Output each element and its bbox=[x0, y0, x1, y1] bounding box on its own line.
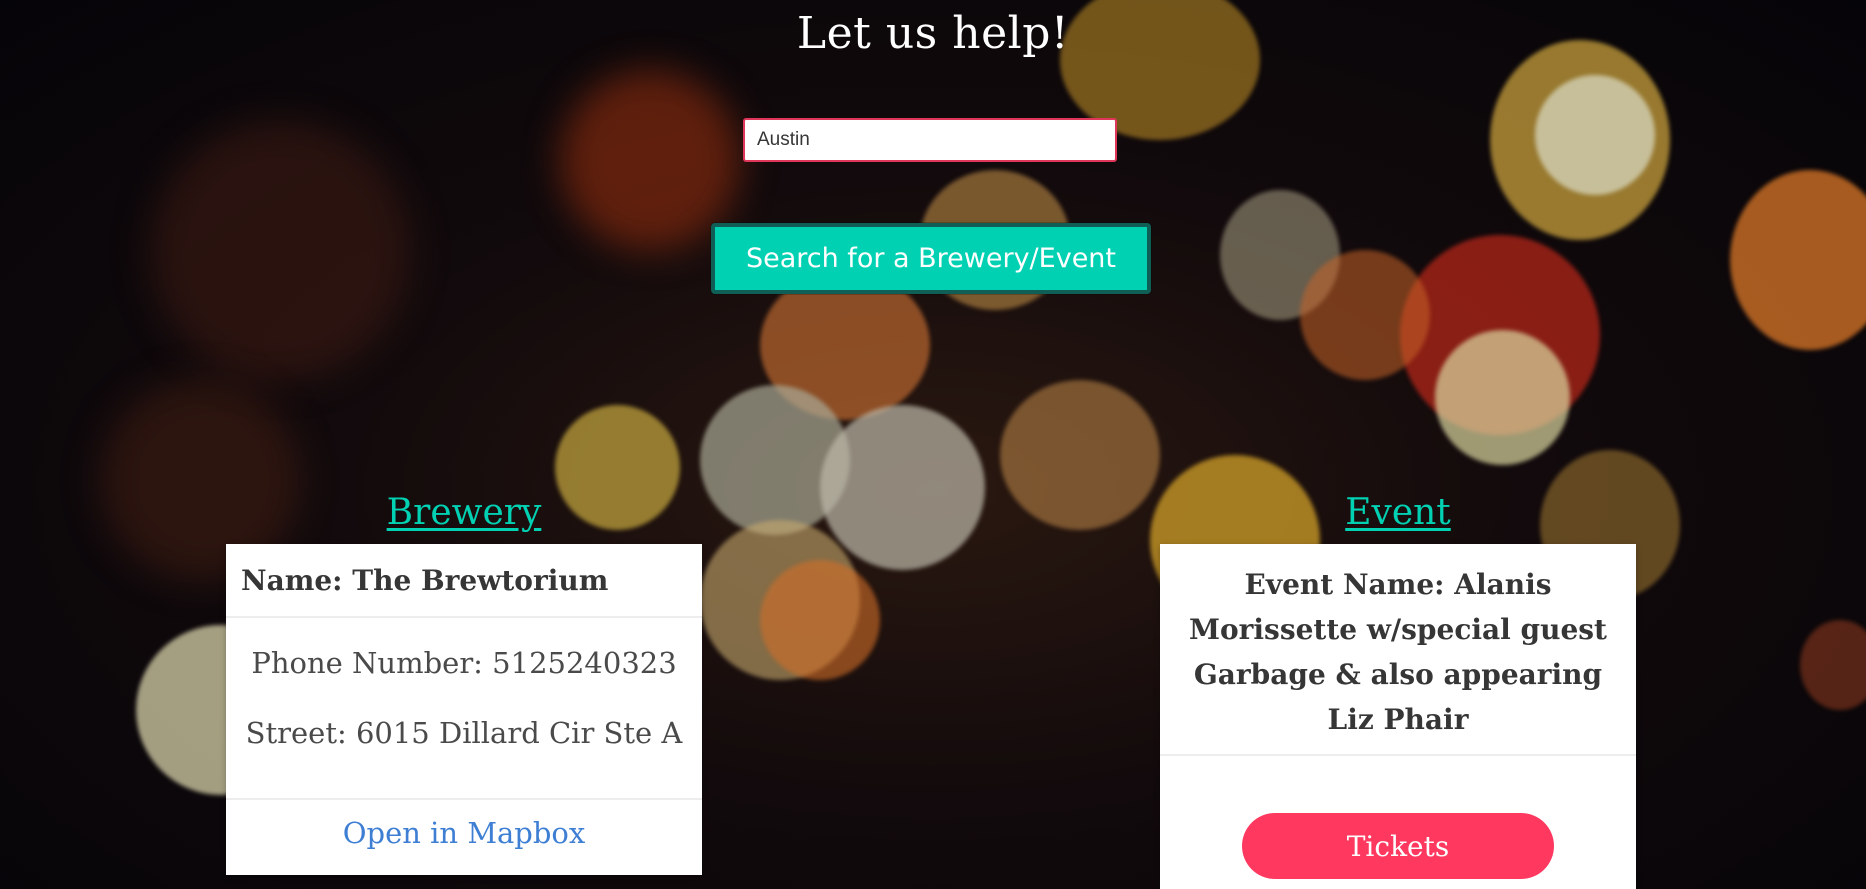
brewery-street: Street: 6015 Dillard Cir Ste A bbox=[245, 716, 683, 750]
brewery-card-footer: Open in Mapbox bbox=[226, 800, 702, 873]
brewery-phone: Phone Number: 5125240323 bbox=[251, 646, 677, 680]
event-name: Event Name: Alanis Morissette w/special … bbox=[1160, 544, 1636, 756]
city-search-input[interactable] bbox=[743, 118, 1117, 162]
brewery-card: Name: The Brewtorium Phone Number: 51252… bbox=[226, 544, 702, 875]
search-button[interactable]: Search for a Brewery/Event bbox=[711, 223, 1151, 294]
open-in-mapbox-link[interactable]: Open in Mapbox bbox=[343, 816, 586, 850]
event-heading-link[interactable]: Event bbox=[1160, 492, 1636, 533]
page-title: Let us help! bbox=[796, 8, 1070, 59]
event-card: Event Name: Alanis Morissette w/special … bbox=[1160, 544, 1636, 889]
brewery-heading-link[interactable]: Brewery bbox=[226, 492, 702, 533]
brewery-name: Name: The Brewtorium bbox=[226, 544, 702, 618]
tickets-button[interactable]: Tickets bbox=[1242, 813, 1554, 879]
brewery-details: Phone Number: 5125240323 Street: 6015 Di… bbox=[226, 618, 702, 800]
event-details: Tickets bbox=[1160, 756, 1636, 879]
